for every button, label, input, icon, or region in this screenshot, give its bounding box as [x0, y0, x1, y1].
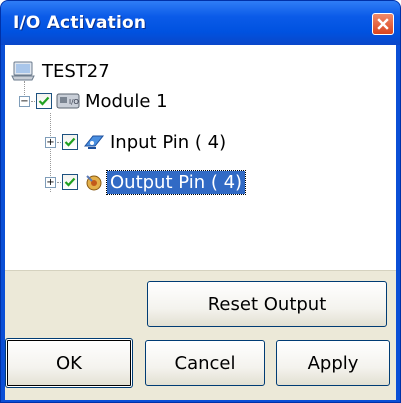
dialog-client-area: TEST27 − I/O Module 1 + Input Pin (4) +…: [5, 45, 396, 400]
collapse-icon[interactable]: −: [19, 95, 30, 107]
module-icon: I/O: [56, 91, 80, 111]
dialog-window: I/O Activation TEST27 − I/O Module 1 + I…: [0, 0, 401, 403]
reset-output-button[interactable]: Reset Output: [147, 281, 387, 327]
input-pin-checkbox[interactable]: [62, 134, 78, 150]
cancel-button[interactable]: Cancel: [145, 340, 265, 386]
input-pin-icon: [83, 132, 105, 152]
output-pin-icon: [83, 172, 105, 192]
module-checkbox[interactable]: [36, 93, 52, 109]
tree-node-input-pin[interactable]: + Input Pin ( 4): [45, 128, 229, 156]
title-bar[interactable]: I/O Activation: [1, 1, 400, 45]
ok-button[interactable]: OK: [5, 338, 133, 388]
output-pin-checkbox[interactable]: [62, 174, 78, 190]
tree-node-root[interactable]: TEST27: [11, 57, 113, 85]
close-button[interactable]: [372, 13, 394, 35]
svg-text:I/O: I/O: [69, 98, 79, 106]
close-icon: [377, 18, 389, 30]
checkmark-icon: [64, 137, 76, 147]
tree-node-root-label: TEST27: [42, 60, 110, 82]
tree-node-output-pin[interactable]: + Output Pin ( 4): [45, 168, 247, 196]
tree-node-input-pin-label: Input Pin ( 4): [110, 131, 227, 153]
expand-icon[interactable]: +: [45, 176, 56, 188]
apply-button[interactable]: Apply: [276, 340, 390, 386]
expand-icon[interactable]: +: [45, 136, 56, 148]
separator: [5, 270, 396, 271]
tree-node-module-label: Module 1: [85, 90, 168, 112]
checkmark-icon: [64, 177, 76, 187]
checkmark-icon: [38, 96, 50, 106]
computer-icon: [11, 60, 35, 82]
io-tree-view[interactable]: TEST27 − I/O Module 1 + Input Pin (4) +…: [5, 45, 396, 270]
tree-node-module[interactable]: − I/O Module 1: [19, 87, 171, 115]
tree-node-output-pin-label: Output Pin ( 4): [105, 169, 247, 195]
window-title: I/O Activation: [13, 13, 147, 33]
